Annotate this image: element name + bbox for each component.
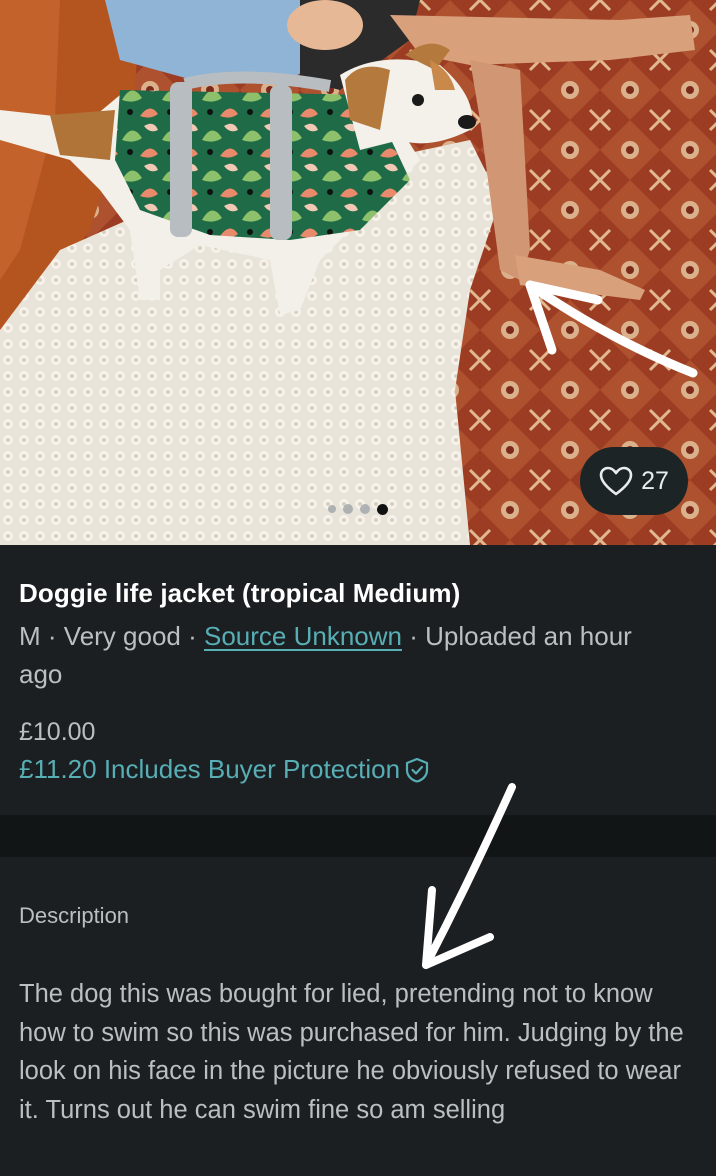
buyer-protection-label: £11.20 Includes Buyer Protection xyxy=(19,754,401,784)
gallery-dot-active[interactable] xyxy=(377,503,388,515)
gallery-pagination xyxy=(0,502,716,516)
meta-separator: · xyxy=(40,621,64,651)
favourite-count: 27 xyxy=(641,466,669,495)
description-section: Description The dog this was bought for … xyxy=(0,857,716,1176)
gallery-dot[interactable] xyxy=(328,505,336,513)
meta-separator: · xyxy=(180,621,204,651)
meta-separator: · xyxy=(401,621,426,651)
listing-photo[interactable]: 27 xyxy=(0,0,716,545)
description-heading: Description xyxy=(19,903,130,928)
shield-check-icon xyxy=(405,757,429,783)
section-divider xyxy=(0,815,716,857)
size-label: M xyxy=(19,621,41,651)
listing-title: Doggie life jacket (tropical Medium) xyxy=(19,578,461,608)
heart-icon xyxy=(599,466,633,496)
listing-details: Doggie life jacket (tropical Medium) M ·… xyxy=(0,545,716,815)
buyer-protection-price[interactable]: £11.20 Includes Buyer Protection xyxy=(19,754,430,785)
condition-label: Very good xyxy=(63,621,181,651)
item-price: £10.00 xyxy=(19,718,96,746)
gallery-dot[interactable] xyxy=(360,504,370,514)
description-text: The dog this was bought for lied, preten… xyxy=(19,980,684,1124)
gallery-dot[interactable] xyxy=(343,504,353,514)
listing-meta: M · Very good · Source Unknown · Uploade… xyxy=(19,617,679,693)
brand-link[interactable]: Source Unknown xyxy=(204,621,402,651)
